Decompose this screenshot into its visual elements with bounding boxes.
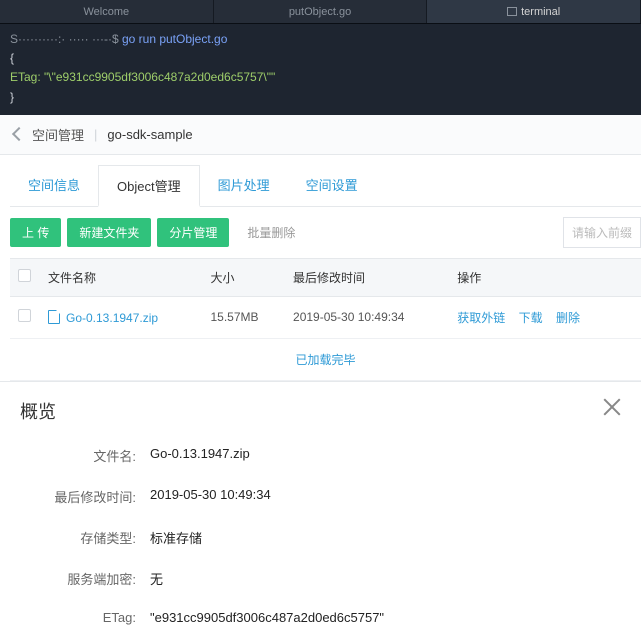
terminal-icon [507,7,517,16]
loaded-indicator: 已加载完毕 [10,338,641,380]
tab-image-proc[interactable]: 图片处理 [200,165,288,206]
terminal-line-prompt: S··········:· ····· ···-·$ go run putObj… [10,30,631,49]
value-sse: 无 [150,569,163,588]
col-ops: 操作 [449,258,641,296]
col-size: 大小 [202,258,285,296]
editor-tab-welcome[interactable]: Welcome [0,0,214,23]
value-filename: Go-0.13.1947.zip [150,446,250,465]
delete-action[interactable]: 删除 [556,311,580,325]
kv-sse: 服务端加密: 无 [20,569,621,588]
value-etag: "e931cc9905df3006c487a2d0ed6c5757" [150,610,384,625]
terminal-line-close: } [10,88,631,107]
prefix-search-input[interactable]: 请输入前缀 [563,217,641,248]
table-row: Go-0.13.1947.zip 15.57MB 2019-05-30 10:4… [10,296,641,338]
col-mtime: 最后修改时间 [285,258,449,296]
prompt-symbol: $ [112,32,119,46]
value-storage: 标准存储 [150,528,202,547]
new-folder-button[interactable]: 新建文件夹 [67,218,151,247]
terminal-line-open: { [10,49,631,68]
crumb-bucket: go-sdk-sample [107,127,192,142]
tab-object-mgmt[interactable]: Object管理 [98,165,200,207]
select-all-checkbox[interactable] [18,269,31,282]
terminal-etag-value: ETag: "\"e931cc9905df3006c487a2d0ed6c575… [10,70,275,84]
row-actions: 获取外链 下载 删除 [449,296,641,338]
section-tabs: 空间信息 Object管理 图片处理 空间设置 [10,165,641,207]
terminal-output[interactable]: S··········:· ····· ···-·$ go run putObj… [0,24,641,115]
get-link-action[interactable]: 获取外链 [457,311,505,325]
object-table: 文件名称 大小 最后修改时间 操作 Go-0.13.1947.zip 15.57… [10,258,641,381]
object-toolbar: 上 传 新建文件夹 分片管理 批量删除 请输入前缀 [10,207,641,258]
overview-panel: 概览 文件名: Go-0.13.1947.zip 最后修改时间: 2019-05… [0,381,641,625]
value-mtime: 2019-05-30 10:49:34 [150,487,271,506]
fragment-mgmt-button[interactable]: 分片管理 [157,218,229,247]
editor-tab-file[interactable]: putObject.go [214,0,428,23]
back-icon[interactable] [12,127,26,141]
label-sse: 服务端加密: [20,569,150,588]
col-name: 文件名称 [40,258,202,296]
tab-space-info[interactable]: 空间信息 [10,165,98,206]
label-etag: ETag: [20,610,150,625]
editor-tab-terminal-label: terminal [521,6,560,18]
terminal-command: go run putObject.go [122,32,227,46]
file-icon [48,310,60,324]
label-mtime: 最后修改时间: [20,487,150,506]
overview-title: 概览 [20,398,621,424]
row-checkbox[interactable] [18,309,31,322]
kv-mtime: 最后修改时间: 2019-05-30 10:49:34 [20,487,621,506]
close-icon[interactable] [601,396,623,418]
breadcrumb: 空间管理 | go-sdk-sample [0,115,641,155]
kv-storage: 存储类型: 标准存储 [20,528,621,547]
download-action[interactable]: 下载 [519,311,543,325]
label-filename: 文件名: [20,446,150,465]
kv-filename: 文件名: Go-0.13.1947.zip [20,446,621,465]
batch-delete-button[interactable]: 批量删除 [235,218,307,247]
editor-tab-terminal[interactable]: terminal [427,0,641,23]
prompt-path: ···-· [92,32,112,46]
label-storage: 存储类型: [20,528,150,547]
loaded-indicator-row: 已加载完毕 [10,338,641,380]
prompt-host: S··········:· ····· [10,32,89,46]
editor-tab-bar: Welcome putObject.go terminal [0,0,641,24]
crumb-separator: | [94,127,97,142]
file-name-link[interactable]: Go-0.13.1947.zip [66,311,158,325]
kv-etag: ETag: "e931cc9905df3006c487a2d0ed6c5757" [20,610,621,625]
upload-button[interactable]: 上 传 [10,218,61,247]
tab-space-settings[interactable]: 空间设置 [288,165,376,206]
terminal-line-etag: ETag: "\"e931cc9905df3006c487a2d0ed6c575… [10,68,631,87]
editor-panel: Welcome putObject.go terminal S·········… [0,0,641,115]
crumb-space-mgmt[interactable]: 空间管理 [32,125,84,144]
file-mtime: 2019-05-30 10:49:34 [285,296,449,338]
file-size: 15.57MB [202,296,285,338]
